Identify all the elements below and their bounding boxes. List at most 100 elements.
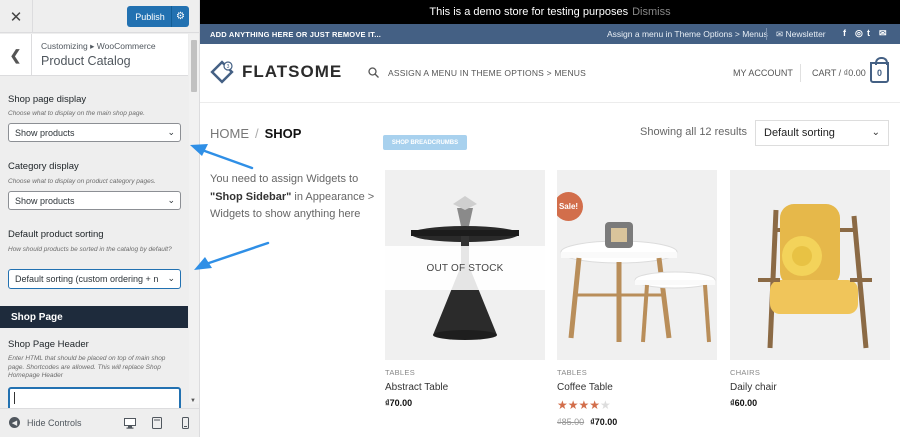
customizer-breadcrumb: Customizing ▸ WooCommerce xyxy=(41,41,156,51)
close-icon: ✕ xyxy=(9,8,23,26)
twitter-icon[interactable]: t xyxy=(867,28,870,38)
customizer-panel: ✕ Publish ⚙ ❮ Customizing ▸ WooCommerce … xyxy=(0,0,200,437)
cart-count: 0 xyxy=(876,67,882,78)
cart-link[interactable]: CART / ₫0.00 xyxy=(812,68,866,78)
product-name[interactable]: Coffee Table xyxy=(557,382,717,393)
sorting-select[interactable]: Default sorting ⌄ xyxy=(755,120,889,146)
shop-page-header-description: Enter HTML that should be placed on top … xyxy=(8,355,166,379)
chevron-down-icon: ⌄ xyxy=(167,127,175,137)
header-divider xyxy=(800,64,801,82)
close-customizer-button[interactable]: ✕ xyxy=(0,0,33,33)
product-category[interactable]: CHAIRS xyxy=(730,368,890,377)
shop-page-header-label: Shop Page Header xyxy=(8,339,89,350)
annotation-arrow-shop-display xyxy=(190,144,254,170)
daily-chair-illustration xyxy=(730,170,890,360)
sidebar-notice-text: You need to assign Widgets to xyxy=(210,173,359,185)
customizer-scrollbar[interactable]: ▼ xyxy=(189,34,199,404)
mobile-preview-icon[interactable] xyxy=(179,417,191,429)
product-price: ₫85.00 ₫70.00 xyxy=(557,417,717,427)
arrow-left-circle-icon: ◀ xyxy=(9,417,20,428)
main-nav-placeholder[interactable]: ASSIGN A MENU IN THEME OPTIONS > MENUS xyxy=(388,68,586,78)
demo-store-notice: This is a demo store for testing purpose… xyxy=(200,0,900,24)
customizer-footer: ◀ Hide Controls xyxy=(0,408,199,437)
annotation-arrow-default-sorting xyxy=(194,241,270,270)
publish-button[interactable]: Publish ⚙ xyxy=(127,6,189,27)
topbar-divider xyxy=(766,28,767,40)
product-price: ₫70.00 xyxy=(385,398,413,408)
newsletter-link[interactable]: ✉ Newsletter xyxy=(776,29,826,40)
publish-label: Publish xyxy=(135,11,165,22)
back-button[interactable]: ❮ xyxy=(0,34,32,76)
hide-controls-button[interactable]: ◀ Hide Controls xyxy=(9,417,82,428)
svg-text:3: 3 xyxy=(227,64,230,70)
product-image-abstract-table[interactable]: OUT OF STOCK xyxy=(385,170,545,360)
site-preview: This is a demo store for testing purpose… xyxy=(200,0,900,437)
product-card-abstract-table[interactable]: OUT OF STOCK TABLES Abstract Table ₫70.0… xyxy=(385,170,545,408)
category-display-select[interactable]: Show products ⌄ xyxy=(8,191,181,210)
dismiss-link[interactable]: Dismiss xyxy=(632,6,671,18)
my-account-link[interactable]: MY ACCOUNT xyxy=(733,68,793,78)
site-header: 3 FLATSOME ASSIGN A MENU IN THEME OPTION… xyxy=(200,44,900,102)
shop-display-value: Show products xyxy=(15,127,75,138)
customizer-topbar: ✕ Publish ⚙ xyxy=(0,0,199,33)
site-logo[interactable]: 3 FLATSOME xyxy=(210,60,342,84)
chevron-down-icon: ⌄ xyxy=(167,195,175,205)
category-display-value: Show products xyxy=(15,195,75,206)
shop-display-description: Choose what to display on the main shop … xyxy=(8,110,145,117)
star-empty-icon: ★ xyxy=(600,398,611,412)
category-display-label: Category display xyxy=(8,161,79,172)
newsletter-label: Newsletter xyxy=(785,29,826,39)
email-icon[interactable]: ✉ xyxy=(879,28,887,39)
top-bar: ADD ANYTHING HERE OR JUST REMOVE IT... A… xyxy=(200,24,900,44)
scrollbar-thumb[interactable] xyxy=(191,40,197,92)
text-caret xyxy=(14,392,15,404)
section-title: Product Catalog xyxy=(41,54,131,68)
logo-text: FLATSOME xyxy=(242,62,343,81)
product-card-coffee-table[interactable]: Sale! TABLES Coffee Table ★★★★★ ₫85.00 ₫7… xyxy=(557,170,717,427)
topbar-left-text: ADD ANYTHING HERE OR JUST REMOVE IT... xyxy=(210,30,382,39)
topbar-menu-link[interactable]: Assign a menu in Theme Options > Menus xyxy=(607,29,768,39)
star-icon: ★★★★ xyxy=(557,398,601,412)
shop-breadcrumbs-tag[interactable]: SHOP BREADCRUMBS xyxy=(383,135,467,150)
shop-page-section-header[interactable]: Shop Page xyxy=(0,306,188,328)
product-category[interactable]: TABLES xyxy=(557,368,717,377)
shop-display-label: Shop page display xyxy=(8,94,87,105)
product-category[interactable]: TABLES xyxy=(385,368,545,377)
demo-notice-text: This is a demo store for testing purpose… xyxy=(429,6,629,18)
scroll-down-arrow-icon[interactable]: ▼ xyxy=(190,398,196,404)
result-count: Showing all 12 results xyxy=(640,126,748,138)
product-card-daily-chair[interactable]: CHAIRS Daily chair ₫60.00 xyxy=(730,170,890,408)
default-sorting-select[interactable]: Default sorting (custom ordering + n ⌄ xyxy=(8,269,181,289)
sorting-value: Default sorting xyxy=(764,127,835,139)
breadcrumb-current: SHOP xyxy=(264,126,302,141)
chevron-left-icon: ❮ xyxy=(9,46,22,63)
product-image-coffee-table[interactable]: Sale! xyxy=(557,170,717,360)
product-name[interactable]: Daily chair xyxy=(730,382,890,393)
chevron-down-icon: ⌄ xyxy=(871,127,880,138)
section-header: ❮ Customizing ▸ WooCommerce Product Cata… xyxy=(0,34,188,76)
header-divider-line xyxy=(200,102,900,103)
publish-settings-gear-icon[interactable]: ⚙ xyxy=(171,6,189,27)
hide-controls-label: Hide Controls xyxy=(27,417,82,428)
tablet-preview-icon[interactable] xyxy=(151,417,163,429)
logo-mark-icon: 3 xyxy=(210,60,234,84)
cart-bag-icon[interactable]: 0 xyxy=(870,57,889,83)
desktop-preview-icon[interactable] xyxy=(124,417,136,429)
default-sorting-value: Default sorting (custom ordering + n xyxy=(15,274,159,284)
star-rating: ★★★★★ xyxy=(557,398,717,412)
product-image-daily-chair[interactable] xyxy=(730,170,890,360)
shop-display-select[interactable]: Show products ⌄ xyxy=(8,123,181,142)
category-display-description: Choose what to display on product catego… xyxy=(8,178,156,185)
product-price: ₫60.00 xyxy=(730,398,758,408)
out-of-stock-badge: OUT OF STOCK xyxy=(385,246,545,290)
default-sorting-description: How should products be sorted in the cat… xyxy=(8,246,172,253)
sale-price: ₫70.00 xyxy=(590,417,618,427)
facebook-icon[interactable]: f xyxy=(843,28,846,38)
product-name[interactable]: Abstract Table xyxy=(385,382,545,393)
old-price: ₫85.00 xyxy=(557,417,585,427)
sidebar-notice-bold: "Shop Sidebar" xyxy=(210,190,292,203)
default-sorting-label: Default product sorting xyxy=(8,229,104,240)
search-icon[interactable] xyxy=(368,67,379,81)
instagram-icon[interactable]: ◎ xyxy=(855,28,863,39)
chevron-down-icon: ⌄ xyxy=(167,273,175,283)
